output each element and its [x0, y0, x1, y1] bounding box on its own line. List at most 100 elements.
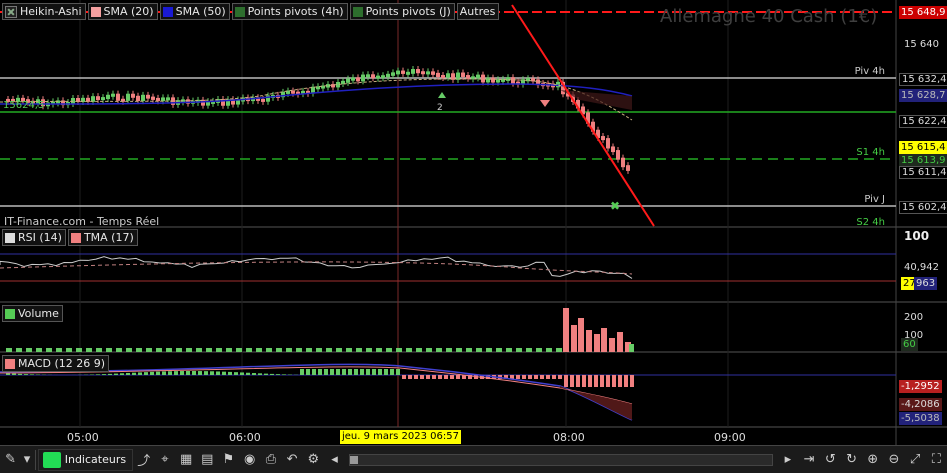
pencil-icon[interactable]: ✎ [0, 449, 21, 471]
volume-axis-200: 200 [904, 312, 924, 323]
candle [506, 77, 510, 81]
volume-legend: Volume [2, 305, 63, 322]
print-icon[interactable]: ⎙ [260, 449, 281, 471]
candle [96, 96, 100, 101]
rsi-legend-item[interactable]: RSI (14) [2, 229, 66, 246]
time-scrollbar[interactable] [349, 453, 774, 466]
macd-histogram-bar [366, 369, 370, 375]
macd-histogram-bar [324, 369, 328, 375]
legend-item[interactable]: Points pivots (4h) [231, 3, 348, 20]
macd-histogram-bar [378, 369, 382, 375]
legend-item[interactable]: Heikin-Ashi [2, 3, 86, 20]
indicators-icon [42, 451, 61, 468]
volume-bar [346, 348, 352, 352]
macd-histogram-bar [222, 371, 226, 375]
color-swatch-icon [352, 6, 363, 17]
dropdown-arrow-icon[interactable]: ▾ [21, 449, 33, 471]
macd-histogram-bar [606, 375, 610, 387]
volume-bar [236, 348, 242, 352]
volume-bar [286, 348, 292, 352]
fullscreen-icon[interactable]: ⛶ [926, 449, 947, 471]
volume-bar [76, 348, 82, 352]
settings-icon[interactable]: ⚙ [303, 449, 324, 471]
scrollbar-thumb[interactable] [350, 455, 359, 464]
indicators-button[interactable]: Indicateurs [37, 448, 134, 471]
macd-histogram-bar [150, 371, 154, 375]
macd-axis-tag-1: -1,2952 [899, 380, 942, 393]
candle [426, 71, 430, 75]
candle [396, 70, 400, 75]
undo-icon[interactable]: ↶ [282, 449, 303, 471]
zoom-fit-icon[interactable]: ⤢ [905, 449, 926, 471]
macd-histogram-bar [246, 372, 250, 375]
macd-histogram-bar [570, 375, 574, 387]
volume-bar [366, 348, 372, 352]
time-label: 09:00 [714, 431, 746, 444]
candle [446, 73, 450, 78]
volume-bar [446, 348, 452, 352]
macd-histogram-bar [408, 375, 412, 379]
macd-histogram-bar [624, 375, 628, 387]
candle [291, 90, 295, 94]
scroll-end-icon[interactable]: ⇥ [799, 449, 820, 471]
scroll-right-icon[interactable]: ▸ [777, 449, 798, 471]
macd-histogram-bar [594, 375, 598, 387]
rewind-icon[interactable]: ↺ [820, 449, 841, 471]
candle [356, 77, 360, 82]
tma-legend-item[interactable]: TMA (17) [67, 229, 138, 246]
legend-item[interactable]: SMA (20) [87, 3, 158, 20]
macd-histogram-bar [456, 375, 460, 379]
zoom-in-icon[interactable]: ⊕ [862, 449, 883, 471]
volume-bar [56, 348, 62, 352]
macd-histogram-bar [138, 372, 142, 375]
close-x-icon[interactable] [5, 5, 17, 18]
volume-legend-item[interactable]: Volume [2, 305, 63, 322]
candle [151, 96, 155, 100]
marker-label: 2 [437, 103, 443, 113]
volume-bar [476, 348, 482, 352]
macd-histogram-bar [6, 373, 10, 375]
compare-icon[interactable]: ▤ [197, 449, 218, 471]
candle [351, 77, 355, 81]
share-icon[interactable]: ⤴ [133, 449, 154, 471]
legend-item[interactable]: Autres [456, 3, 500, 20]
macd-histogram-bar [414, 375, 418, 379]
cursor-icon[interactable]: ⌖ [154, 449, 175, 471]
chart-type-icon[interactable]: ▦ [176, 449, 197, 471]
macd-legend-item[interactable]: MACD (12 26 9) [2, 355, 110, 372]
macd-histogram-bar [258, 373, 262, 375]
camera-icon[interactable]: ◉ [239, 449, 260, 471]
macd-histogram-bar [30, 374, 34, 375]
candle [441, 74, 445, 78]
volume-bar [156, 348, 162, 352]
color-swatch-icon [90, 6, 101, 17]
crosshair-time-label: jeu. 9 mars 2023 06:57 [340, 430, 461, 444]
candle [511, 77, 515, 84]
volume-bar [496, 348, 502, 352]
macd-histogram-bar [342, 369, 346, 375]
macd-histogram-bar [204, 371, 208, 375]
candle [401, 70, 405, 74]
volume-bar [46, 348, 52, 352]
zoom-out-icon[interactable]: ⊖ [883, 449, 904, 471]
candle [166, 97, 170, 101]
legend-item[interactable]: Points pivots (J) [349, 3, 455, 20]
volume-bar [276, 348, 282, 352]
forward-icon[interactable]: ↻ [841, 449, 862, 471]
legend-item[interactable]: SMA (50) [159, 3, 230, 20]
alert-icon[interactable]: ⚑ [218, 449, 239, 471]
candle [161, 97, 165, 102]
macd-histogram-bar [402, 375, 406, 379]
macd-histogram-bar [528, 375, 532, 379]
instrument-watermark: Allemagne 40 Cash (1€) [660, 6, 878, 27]
cross-marker-icon: ✖ [610, 199, 620, 213]
macd-histogram-bar [264, 373, 268, 375]
time-label: 05:00 [67, 431, 99, 444]
volume-bar [306, 348, 312, 352]
s2-4h-label: S2 4h [856, 217, 885, 228]
macd-histogram-bar [114, 373, 118, 375]
macd-histogram-bar [180, 371, 184, 375]
scroll-left-icon[interactable]: ◂ [324, 449, 345, 471]
macd-histogram-bar [126, 372, 130, 375]
volume-bar [466, 348, 472, 352]
